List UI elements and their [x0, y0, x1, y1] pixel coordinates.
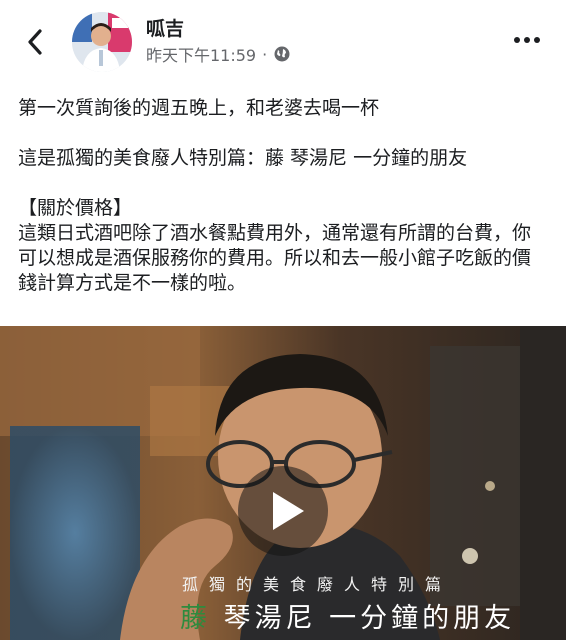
post-paragraph: 這是孤獨的美食廢人特別篇：藤 琴湯尼 一分鐘的朋友: [18, 147, 468, 169]
video-caption-title: 藤 琴湯尼 一分鐘的朋友: [180, 596, 515, 635]
avatar[interactable]: [72, 12, 132, 72]
caption-first-char: 藤: [180, 603, 211, 634]
post-body: 第一次質詢後的週五晚上，和老婆去喝一杯 這是孤獨的美食廢人特別篇：藤 琴湯尼 一…: [18, 96, 548, 296]
post-meta: 昨天下午11:59 ·: [146, 42, 291, 66]
more-dot: [524, 37, 530, 43]
post-paragraph: 第一次質詢後的週五晚上，和老婆去喝一杯: [18, 97, 380, 119]
play-icon: [273, 492, 304, 530]
globe-icon: [274, 46, 290, 62]
more-dots-icon: [514, 37, 520, 43]
post-timestamp[interactable]: 昨天下午11:59: [146, 42, 256, 66]
more-dot: [534, 37, 540, 43]
post-paragraph: 【關於價格】: [18, 197, 133, 219]
author-name[interactable]: 呱吉: [146, 14, 184, 41]
chevron-left-icon: [28, 29, 42, 55]
post-header: 呱吉 昨天下午11:59 ·: [0, 0, 566, 80]
caption-rest: 琴湯尼 一分鐘的朋友: [211, 603, 516, 634]
more-options-button[interactable]: [514, 30, 544, 50]
avatar-image: [72, 12, 132, 72]
post-paragraph: 這類日式酒吧除了酒水餐點費用外，通常還有所謂的台費，你可以想成是酒保服務你的費用…: [18, 222, 532, 294]
play-button[interactable]: [238, 466, 328, 556]
video-caption-subtitle: 孤獨的美食廢人特別篇: [182, 575, 453, 594]
meta-separator: ·: [262, 44, 268, 64]
back-button[interactable]: [16, 22, 56, 62]
